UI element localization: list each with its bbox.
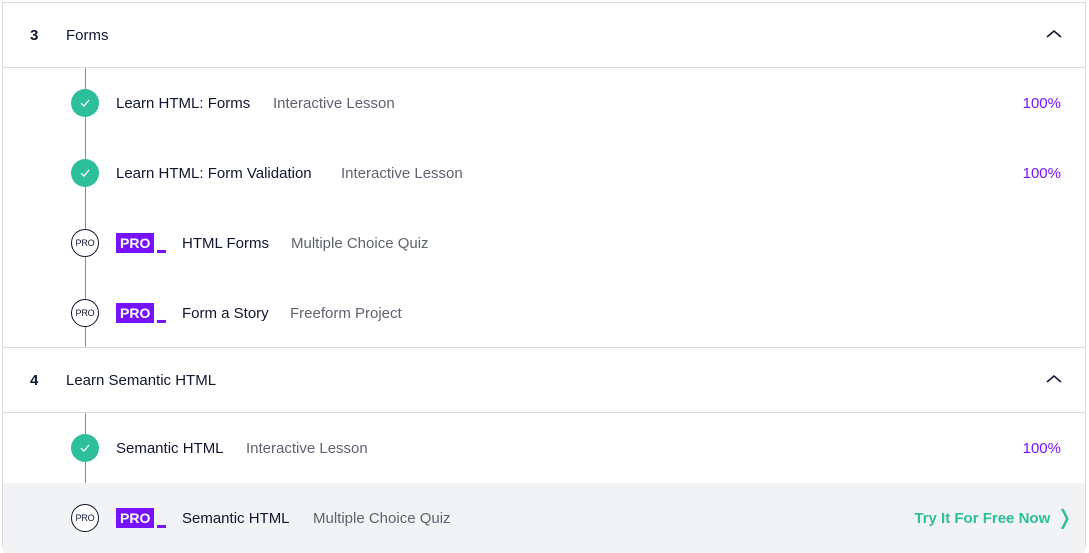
item-title[interactable]: Form a Story [182, 305, 269, 322]
module-4-section: 4 Learn Semantic HTML Semantic HTML Inte… [2, 347, 1086, 553]
pro-badge-label: PRO [116, 303, 155, 323]
list-item[interactable]: Semantic HTML Interactive Lesson 100% [3, 413, 1085, 483]
item-type: Multiple Choice Quiz [313, 509, 451, 527]
list-item[interactable]: Learn HTML: Form Validation Interactive … [3, 138, 1085, 208]
item-title[interactable]: Learn HTML: Form Validation [116, 165, 312, 182]
module-3-header[interactable]: 3 Forms [3, 3, 1085, 68]
item-type: Interactive Lesson [246, 439, 368, 457]
check-icon [71, 159, 99, 187]
pro-lock-icon: PRO [71, 504, 99, 532]
progress-percent: 100% [1022, 94, 1061, 112]
item-type: Interactive Lesson [273, 94, 395, 112]
module-title: Forms [66, 26, 109, 44]
pro-lock-icon: PRO [71, 229, 99, 257]
item-title[interactable]: Semantic HTML [182, 510, 290, 527]
progress-percent: 100% [1022, 439, 1061, 457]
module-number: 3 [30, 26, 39, 44]
pro-badge: PRO [116, 508, 167, 528]
pro-badge: PRO [116, 303, 167, 323]
list-item[interactable]: PRO PRO Form a Story Freeform Project [3, 278, 1085, 348]
try-free-label: Try It For Free Now [914, 509, 1051, 527]
list-item[interactable]: PRO PRO Semantic HTML Multiple Choice Qu… [3, 483, 1085, 553]
pro-badge-label: PRO [116, 508, 155, 528]
pro-badge-cursor [157, 525, 167, 528]
module-title: Learn Semantic HTML [66, 371, 217, 389]
item-type: Interactive Lesson [341, 164, 463, 182]
pro-badge-cursor [157, 250, 167, 253]
pro-lock-icon: PRO [71, 299, 99, 327]
chevron-up-icon[interactable] [1045, 372, 1063, 386]
chevron-right-icon: ❭ [1056, 507, 1073, 529]
check-icon [71, 434, 99, 462]
module-number: 4 [30, 371, 39, 389]
item-type: Freeform Project [290, 304, 402, 322]
check-icon [71, 89, 99, 117]
item-title[interactable]: HTML Forms [182, 235, 269, 252]
pro-badge-label: PRO [116, 233, 155, 253]
module-3-section: 3 Forms Learn HTML: Forms Interactive Le… [2, 2, 1086, 348]
list-item[interactable]: Learn HTML: Forms Interactive Lesson 100… [3, 68, 1085, 138]
item-title[interactable]: Learn HTML: Forms [116, 95, 250, 112]
progress-percent: 100% [1022, 164, 1061, 182]
pro-badge-cursor [157, 320, 167, 323]
try-free-button[interactable]: Try It For Free Now ❭ [914, 508, 1073, 528]
item-type: Multiple Choice Quiz [291, 234, 429, 252]
chevron-up-icon[interactable] [1045, 27, 1063, 41]
item-title[interactable]: Semantic HTML [116, 440, 224, 457]
module-4-header[interactable]: 4 Learn Semantic HTML [3, 348, 1085, 413]
list-item[interactable]: PRO PRO HTML Forms Multiple Choice Quiz [3, 208, 1085, 278]
pro-badge: PRO [116, 233, 167, 253]
